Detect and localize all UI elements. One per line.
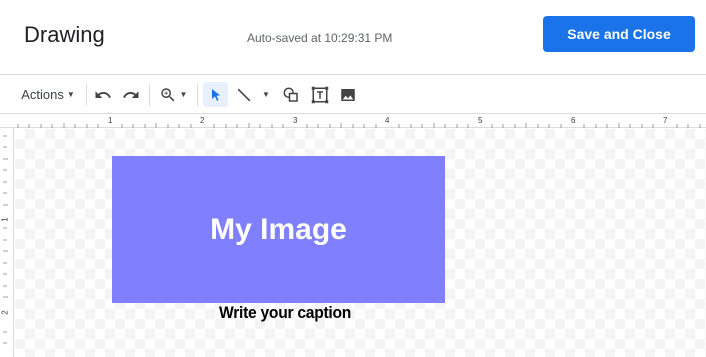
ruler-ticks xyxy=(3,135,8,344)
toolbar-divider xyxy=(197,84,198,106)
image-placeholder[interactable]: My Image xyxy=(112,156,445,303)
shape-icon[interactable] xyxy=(280,75,302,114)
ruler-ticks xyxy=(17,123,701,128)
text-box-icon[interactable] xyxy=(309,75,331,114)
zoom-menu[interactable]: ▼ xyxy=(156,75,190,114)
ruler-number: 3 xyxy=(293,116,298,125)
ruler-number: 2 xyxy=(200,116,205,125)
vertical-ruler: 1 2 xyxy=(0,128,14,357)
chevron-down-icon: ▼ xyxy=(66,90,75,99)
chevron-down-icon[interactable]: ▼ xyxy=(258,75,274,114)
toolbar: Actions ▼ ▼ ▼ xyxy=(0,74,706,114)
caption-text[interactable]: Write your caption xyxy=(219,303,351,323)
image-label: My Image xyxy=(210,212,347,246)
select-icon[interactable] xyxy=(203,82,228,107)
ruler-number: 1 xyxy=(108,116,113,125)
actions-menu[interactable]: Actions ▼ xyxy=(16,75,80,114)
zoom-icon xyxy=(160,87,174,101)
ruler-number: 2 xyxy=(0,310,10,315)
undo-icon[interactable] xyxy=(92,75,114,114)
line-icon[interactable] xyxy=(233,75,255,114)
toolbar-divider xyxy=(149,84,150,106)
ruler-number: 7 xyxy=(663,116,668,125)
save-and-close-button[interactable]: Save and Close xyxy=(543,16,695,52)
redo-icon[interactable] xyxy=(120,75,142,114)
toolbar-divider xyxy=(86,84,87,106)
image-icon[interactable] xyxy=(337,75,359,114)
actions-label: Actions xyxy=(21,87,64,102)
ruler-number: 6 xyxy=(571,116,576,125)
dialog-title: Drawing xyxy=(24,22,105,47)
header: Drawing Auto-saved at 10:29:31 PM Save a… xyxy=(0,0,706,74)
ruler-number: 1 xyxy=(0,217,10,222)
horizontal-ruler: 1 2 3 4 5 6 7 xyxy=(0,114,706,128)
autosave-status: Auto-saved at 10:29:31 PM xyxy=(247,31,393,45)
chevron-down-icon: ▼ xyxy=(179,90,188,99)
ruler-number: 5 xyxy=(478,116,483,125)
ruler-number: 4 xyxy=(385,116,390,125)
